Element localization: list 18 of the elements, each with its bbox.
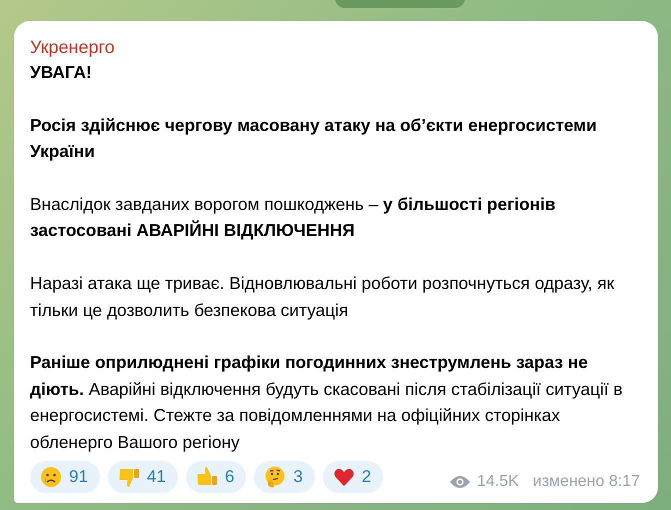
reaction-button[interactable]: 91: [30, 461, 100, 494]
message-paragraph: УВАГА!: [30, 61, 93, 84]
view-count: 14.5K: [476, 473, 519, 492]
thinking-face-icon: [264, 466, 286, 488]
message-paragraph: Росія здійснює чергову масовану атаку на об’єкти енергосистеми України: [30, 114, 598, 164]
message-paragraph: Наразі атака ще триває. Відновлювальні роботи розпочнуться одразу, як тільки це дозволить безпекова ситуація: [30, 272, 616, 322]
heart-icon: [332, 466, 355, 488]
message-paragraph: Раніше оприлюднені графіки погодинних знеструмлень зараз не діють. Аварійні відключення будуть скасовані після стабілізації ситуації в енергосистемі. Стежте за повідомленнями на офіційних сторінках обленерго Вашого регіону: [30, 351, 624, 454]
reaction-button[interactable]: 41: [108, 461, 178, 494]
thumbs-down-icon: [118, 466, 140, 488]
reaction-button[interactable]: 6: [186, 461, 246, 494]
sender-name[interactable]: Укренерго: [30, 35, 640, 59]
reaction-button[interactable]: 3: [254, 461, 315, 494]
crying-face-icon: [40, 466, 62, 488]
message-paragraph: Внаслідок завданих ворогом пошкоджень – у більшості регіонів застосовані АВАРІЙНІ ВІДКЛЮЧЕННЯ: [30, 193, 557, 242]
edited-time: изменено 8:17: [532, 473, 640, 492]
eye-icon: [448, 475, 471, 490]
reaction-button[interactable]: 2: [322, 461, 384, 494]
